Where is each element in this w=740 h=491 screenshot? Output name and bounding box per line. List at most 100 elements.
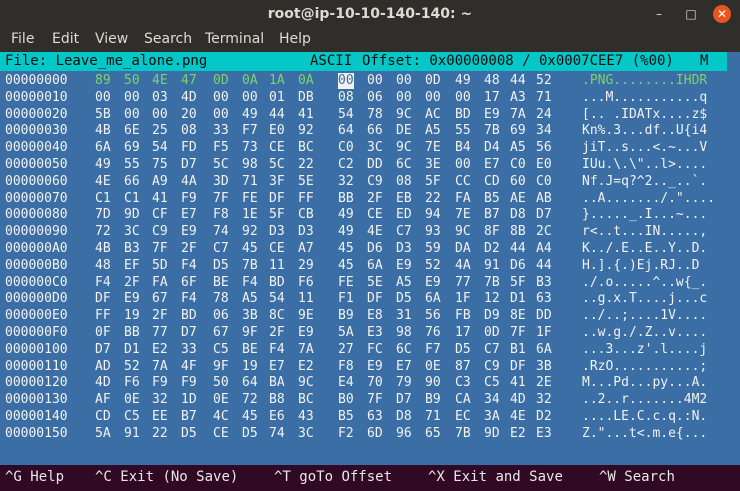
hex-byte[interactable]: D7 xyxy=(181,157,197,173)
hex-byte[interactable]: 08 xyxy=(396,174,412,190)
hex-byte[interactable]: C9 xyxy=(152,224,168,240)
hex-row[interactable]: 00000040 6A 69 54 FD F5 73 CE BC C0 3C 9C 7E B4 D4 A5 56… xyxy=(0,140,727,156)
ascii-column[interactable]: ..w.g./.Z..v.... xyxy=(582,325,707,341)
hex-byte[interactable]: EF xyxy=(124,258,140,274)
hex-byte[interactable]: FA xyxy=(455,191,471,207)
hex-byte[interactable]: B3 xyxy=(124,241,140,257)
hex-byte[interactable]: 44 xyxy=(536,258,552,274)
hex-byte[interactable]: 64 xyxy=(338,123,354,139)
hex-byte[interactable]: 66 xyxy=(124,174,140,190)
hex-byte[interactable]: 78 xyxy=(213,291,229,307)
hex-byte[interactable]: CD xyxy=(484,174,500,190)
hex-byte[interactable]: AC xyxy=(425,107,441,123)
hex-byte[interactable]: 6D xyxy=(367,426,383,442)
hex-byte[interactable]: 7B xyxy=(455,426,471,442)
hex-byte[interactable]: FD xyxy=(181,140,197,156)
hex-byte[interactable]: 41 xyxy=(298,107,314,123)
hex-byte[interactable]: 0E xyxy=(213,392,229,408)
ascii-column[interactable]: ....LE.C.c.q.:N. xyxy=(582,409,707,425)
hex-byte[interactable]: 60 xyxy=(510,174,526,190)
hex-byte[interactable]: 41 xyxy=(152,191,168,207)
hex-byte[interactable]: CA xyxy=(455,392,471,408)
hex-row[interactable]: 00000010 00 00 03 4D 00 00 01 DB 08 06 00 00 00 17 A3 71… xyxy=(0,90,727,106)
hex-byte[interactable]: DA xyxy=(455,241,471,257)
hex-byte[interactable]: 3D xyxy=(213,174,229,190)
hex-byte[interactable]: D3 xyxy=(396,241,412,257)
hex-byte[interactable]: 92 xyxy=(242,224,258,240)
hex-row[interactable]: 000000D0 DF E9 67 F4 78 A5 54 11 F1 DF D5 6A 1F 12 D1 63… xyxy=(0,291,727,307)
hex-byte[interactable]: F9 xyxy=(152,375,168,391)
ascii-column[interactable]: jiT..s...<.~...V xyxy=(582,140,707,156)
hex-byte[interactable]: D8 xyxy=(510,207,526,223)
hex-byte[interactable]: 00 xyxy=(367,73,383,89)
hex-byte[interactable]: 52 xyxy=(124,359,140,375)
ascii-column[interactable]: [.. .IDATx....z$ xyxy=(582,107,707,123)
hex-byte[interactable]: AD xyxy=(95,359,111,375)
hex-byte[interactable]: 5E xyxy=(367,275,383,291)
hex-byte[interactable]: D3 xyxy=(269,224,285,240)
hex-byte[interactable]: 7F xyxy=(367,392,383,408)
hex-byte[interactable]: 44 xyxy=(269,107,285,123)
hex-byte[interactable]: 3B xyxy=(536,359,552,375)
hex-byte[interactable]: 8C xyxy=(269,308,285,324)
hex-byte[interactable]: FF xyxy=(95,308,111,324)
hex-row[interactable]: 000000A0 4B B3 7F 2F C7 45 CE A7 45 D6 D3 59 DA D2 44 A4… xyxy=(0,241,727,257)
shortcut-help[interactable]: ^G Help xyxy=(5,469,64,485)
hex-byte[interactable]: 64 xyxy=(242,375,258,391)
hex-byte[interactable]: 27 xyxy=(338,342,354,358)
hex-byte[interactable]: 4E xyxy=(367,224,383,240)
hex-byte[interactable]: 5C xyxy=(269,157,285,173)
hex-byte[interactable]: 44 xyxy=(510,241,526,257)
hex-byte[interactable]: E9 xyxy=(484,107,500,123)
hex-byte[interactable]: D9 xyxy=(484,308,500,324)
hex-byte[interactable]: C5 xyxy=(124,409,140,425)
hex-byte[interactable]: DF xyxy=(367,291,383,307)
hex-byte[interactable]: CE xyxy=(269,140,285,156)
hex-byte[interactable]: 7B xyxy=(484,275,500,291)
hex-byte[interactable]: 59 xyxy=(425,241,441,257)
hex-byte[interactable]: B3 xyxy=(536,275,552,291)
hex-byte[interactable]: C9 xyxy=(484,359,500,375)
hex-byte[interactable]: 6E xyxy=(124,123,140,139)
hex-byte[interactable]: B8 xyxy=(269,392,285,408)
hex-byte[interactable]: 32 xyxy=(152,392,168,408)
hex-byte[interactable]: C3 xyxy=(455,375,471,391)
hex-byte[interactable]: 7A xyxy=(510,107,526,123)
hex-byte[interactable]: 3C xyxy=(124,224,140,240)
hex-byte[interactable]: 00 xyxy=(425,90,441,106)
hex-byte[interactable]: 2F xyxy=(181,241,197,257)
hex-byte[interactable]: 47 xyxy=(181,73,197,89)
hex-row[interactable]: 00000130 AF 0E 32 1D 0E 72 B8 BC B0 7F D7 B9 CA 34 4D 32… xyxy=(0,392,727,408)
ascii-column[interactable]: .RzO...........; xyxy=(582,359,707,375)
hex-byte[interactable]: 92 xyxy=(298,123,314,139)
hex-byte[interactable]: 71 xyxy=(536,90,552,106)
hex-byte[interactable]: 74 xyxy=(269,426,285,442)
hex-byte[interactable]: 72 xyxy=(95,224,111,240)
hex-byte[interactable]: 74 xyxy=(213,224,229,240)
hex-byte[interactable]: 3C xyxy=(298,426,314,442)
hex-byte[interactable]: F7 xyxy=(425,342,441,358)
hex-byte[interactable]: 50 xyxy=(213,375,229,391)
menu-file[interactable]: File xyxy=(11,31,34,47)
hex-byte[interactable]: 67 xyxy=(152,291,168,307)
menu-search[interactable]: Search xyxy=(144,31,192,47)
hex-byte[interactable]: 54 xyxy=(338,107,354,123)
hex-byte[interactable]: 55 xyxy=(455,123,471,139)
hex-byte[interactable]: D1 xyxy=(124,342,140,358)
hex-byte[interactable]: A9 xyxy=(152,174,168,190)
hex-byte[interactable]: 00 xyxy=(338,73,354,89)
hex-byte[interactable]: 7A xyxy=(298,342,314,358)
hex-byte[interactable]: E0 xyxy=(536,157,552,173)
hex-byte[interactable]: 8F xyxy=(484,224,500,240)
hex-byte[interactable]: 79 xyxy=(396,375,412,391)
hex-byte[interactable]: C0 xyxy=(338,140,354,156)
hex-byte[interactable]: 08 xyxy=(338,90,354,106)
hex-byte[interactable]: 6A xyxy=(536,342,552,358)
hex-byte[interactable]: 6A xyxy=(367,258,383,274)
hex-byte[interactable]: 4D xyxy=(510,392,526,408)
hex-byte[interactable]: B0 xyxy=(338,392,354,408)
hex-byte[interactable]: 98 xyxy=(242,157,258,173)
hex-row[interactable]: 00000000 89 50 4E 47 0D 0A 1A 0A 00 00 00 0D 49 48 44 52… xyxy=(0,73,727,89)
hex-byte[interactable]: 0E xyxy=(124,392,140,408)
menu-terminal[interactable]: Terminal xyxy=(205,31,264,47)
